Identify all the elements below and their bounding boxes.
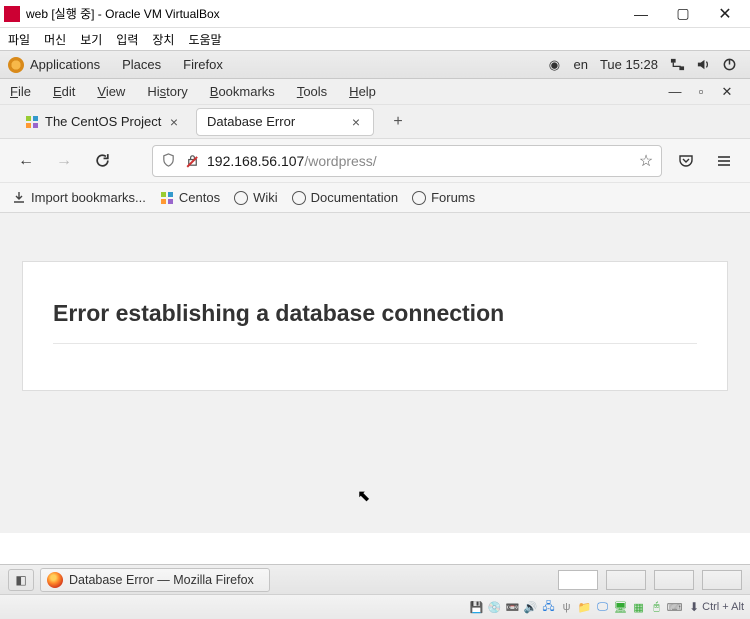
hostkey-arrow-icon: ⬇ [689, 600, 699, 614]
close-button[interactable]: ✕ [704, 0, 746, 28]
page-viewport: Error establishing a database connection [0, 213, 750, 533]
ff-menu-bookmarks[interactable]: Bookmarks [210, 84, 275, 99]
ff-menu-edit[interactable]: Edit [53, 84, 75, 99]
centos-favicon-icon [25, 115, 39, 129]
vb-menu-help[interactable]: 도움말 [188, 31, 221, 48]
tab-close-icon[interactable]: × [165, 114, 183, 130]
bookmark-centos[interactable]: Centos [160, 190, 220, 205]
firefox-menu[interactable]: Firefox [183, 57, 223, 72]
activities-icon[interactable] [8, 57, 24, 73]
import-bookmarks-button[interactable]: Import bookmarks... [12, 190, 146, 205]
firefox-icon [47, 572, 63, 588]
bookmarks-toolbar: Import bookmarks... Centos Wiki Document… [0, 183, 750, 213]
volume-icon[interactable] [695, 57, 711, 73]
workspace-2[interactable] [606, 570, 646, 590]
new-tab-button[interactable]: + [384, 113, 412, 131]
centos-favicon-icon [160, 191, 174, 205]
ff-menu-history[interactable]: History [147, 84, 187, 99]
tab-label: The CentOS Project [45, 114, 165, 129]
virtualbox-menubar: 파일 머신 보기 입력 장치 도움말 [0, 28, 750, 50]
vb-floppy-icon[interactable]: 📼 [505, 600, 520, 615]
vb-optical-icon[interactable]: 💿 [487, 600, 502, 615]
reload-button[interactable] [88, 147, 116, 175]
forward-button[interactable]: → [50, 147, 78, 175]
network-icon[interactable] [669, 57, 685, 73]
vb-cpu-icon[interactable]: ▦ [631, 600, 646, 615]
globe-icon [292, 191, 306, 205]
ff-menu-file[interactable]: File [10, 84, 31, 99]
minimize-button[interactable]: — [620, 0, 662, 28]
maximize-button[interactable]: ▢ [662, 0, 704, 28]
vb-audio-icon[interactable]: 🔊 [523, 600, 538, 615]
app-menu-icon[interactable] [710, 147, 738, 175]
task-firefox[interactable]: Database Error — Mozilla Firefox [40, 568, 270, 592]
clock[interactable]: Tue 15:28 [600, 57, 658, 72]
ff-menu-help[interactable]: Help [349, 84, 376, 99]
vb-net-icon[interactable]: 🖧 [541, 600, 556, 615]
url-text: 192.168.56.107/wordpress/ [207, 153, 631, 169]
tab-centos[interactable]: The CentOS Project × [14, 108, 192, 136]
vb-shared-icon[interactable]: 📁 [577, 600, 592, 615]
workspace-1[interactable] [558, 570, 598, 590]
gnome-taskbar: ◧ Database Error — Mozilla Firefox [0, 564, 750, 594]
notification-icon[interactable]: ◉ [546, 57, 562, 73]
workspace-3[interactable] [654, 570, 694, 590]
ff-menu-tools[interactable]: Tools [297, 84, 327, 99]
power-icon[interactable] [721, 57, 737, 73]
vb-usb-icon[interactable]: ψ [559, 600, 574, 615]
gnome-panel: Applications Places Firefox ◉ en Tue 15:… [0, 51, 750, 79]
guest-desktop: Applications Places Firefox ◉ en Tue 15:… [0, 50, 750, 533]
vb-keyboard-icon[interactable]: ⌨ [667, 600, 682, 615]
vb-display-icon[interactable]: 🖵 [595, 600, 610, 615]
firefox-menubar: File Edit View History Bookmarks Tools H… [0, 79, 750, 105]
vb-menu-input[interactable]: 입력 [116, 31, 138, 48]
vb-menu-machine[interactable]: 머신 [44, 31, 66, 48]
insecure-lock-icon[interactable] [183, 153, 201, 168]
error-card: Error establishing a database connection [22, 261, 728, 391]
bookmark-forums[interactable]: Forums [412, 190, 475, 205]
ff-maximize-button[interactable]: ▫ [688, 84, 714, 99]
applications-menu[interactable]: Applications [30, 57, 100, 72]
globe-icon [412, 191, 426, 205]
bookmark-documentation[interactable]: Documentation [292, 190, 398, 205]
tab-strip: The CentOS Project × Database Error × + [0, 105, 750, 139]
virtualbox-titlebar: web [실행 중] - Oracle VM VirtualBox — ▢ ✕ [0, 0, 750, 28]
error-heading: Error establishing a database connection [53, 300, 697, 344]
back-button[interactable]: ← [12, 147, 40, 175]
ff-close-button[interactable]: ✕ [714, 84, 740, 100]
places-menu[interactable]: Places [122, 57, 161, 72]
vb-mouse-icon[interactable]: 🖰 [649, 600, 664, 615]
vb-hdd-icon[interactable]: 💾 [469, 600, 484, 615]
language-indicator[interactable]: en [573, 57, 587, 72]
virtualbox-statusbar: 💾 💿 📼 🔊 🖧 ψ 📁 🖵 🖥 ▦ 🖰 ⌨ ⬇Ctrl + Alt [0, 594, 750, 619]
bookmark-wiki[interactable]: Wiki [234, 190, 278, 205]
tab-label: Database Error [207, 114, 347, 129]
vb-record-icon[interactable]: 🖥 [613, 600, 628, 615]
pocket-icon[interactable] [672, 147, 700, 175]
url-bar[interactable]: 192.168.56.107/wordpress/ ☆ [152, 145, 662, 177]
window-title: web [실행 중] - Oracle VM VirtualBox [26, 5, 620, 22]
ff-minimize-button[interactable]: — [662, 84, 688, 99]
firefox-toolbar: ← → 192.168.56.107/wordpress/ ☆ [0, 139, 750, 183]
task-label: Database Error — Mozilla Firefox [69, 573, 254, 587]
vb-menu-view[interactable]: 보기 [80, 31, 102, 48]
globe-icon [234, 191, 248, 205]
import-icon [12, 191, 26, 205]
workspace-4[interactable] [702, 570, 742, 590]
window-list-button[interactable]: ◧ [8, 569, 34, 591]
shield-icon[interactable] [159, 153, 177, 168]
hostkey-indicator: ⬇Ctrl + Alt [689, 600, 744, 614]
ff-menu-view[interactable]: View [97, 84, 125, 99]
vb-menu-devices[interactable]: 장치 [152, 31, 174, 48]
virtualbox-icon [4, 6, 20, 22]
vb-menu-file[interactable]: 파일 [8, 31, 30, 48]
tab-database-error[interactable]: Database Error × [196, 108, 374, 136]
tab-close-icon[interactable]: × [347, 114, 365, 130]
bookmark-star-icon[interactable]: ☆ [637, 151, 655, 171]
